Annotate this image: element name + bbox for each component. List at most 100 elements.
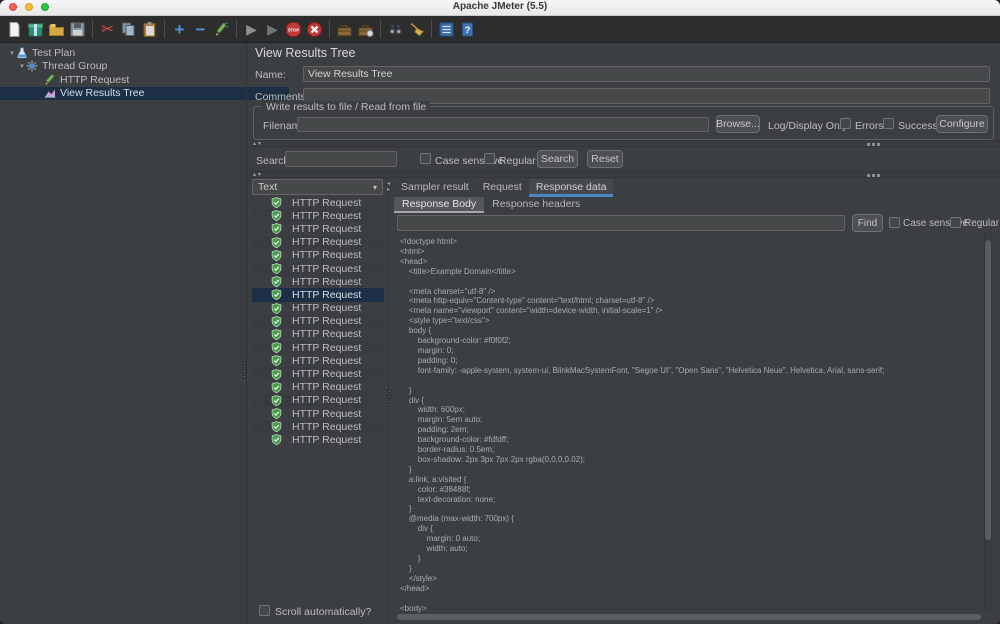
templates-icon[interactable]	[27, 21, 44, 38]
result-item[interactable]: HTTP Request	[252, 407, 384, 420]
subtab-response-headers[interactable]: Response headers	[484, 197, 588, 213]
subtab-response-body[interactable]: Response Body	[394, 197, 484, 213]
clear-icon[interactable]	[336, 21, 353, 38]
result-item[interactable]: HTTP Request	[252, 328, 384, 341]
splitter-collapse-icons[interactable]: ▴▾	[253, 171, 263, 178]
splitter-collapse-left-icon[interactable]: ◂▸	[385, 181, 392, 193]
result-item[interactable]: HTTP Request	[252, 381, 384, 394]
http-request-icon	[44, 74, 56, 86]
results-splitter[interactable]: ▴▾	[250, 171, 1000, 178]
start-icon[interactable]: ▶	[243, 21, 260, 38]
success-shield-icon	[271, 197, 287, 208]
renderer-dropdown-value: Text	[258, 181, 277, 193]
result-item[interactable]: HTTP Request	[252, 420, 384, 433]
find-case-sensitive-checkbox[interactable]	[889, 217, 900, 228]
scroll-automatically-label[interactable]: Scroll automatically?	[275, 606, 371, 618]
open-icon[interactable]	[48, 21, 65, 38]
search-icon[interactable]	[387, 21, 404, 38]
reset-search-icon[interactable]	[408, 21, 425, 38]
results-list: HTTP RequestHTTP RequestHTTP RequestHTTP…	[252, 196, 384, 447]
result-item[interactable]: HTTP Request	[252, 354, 384, 367]
result-item-label: HTTP Request	[292, 236, 361, 248]
svg-text:STOP: STOP	[288, 27, 300, 32]
search-input[interactable]	[285, 151, 397, 167]
test-plan-tree: ▾ Test Plan ▾ Thread Group HTTP Request …	[0, 43, 245, 624]
paste-icon[interactable]	[141, 21, 158, 38]
start-no-timers-icon[interactable]: ▶	[264, 21, 281, 38]
result-item-label: HTTP Request	[292, 210, 361, 222]
write-results-legend: Write results to file / Read from file	[262, 101, 430, 113]
search-splitter[interactable]: ▴▾	[250, 140, 1000, 147]
find-button[interactable]: Find	[852, 214, 883, 232]
result-item[interactable]: HTTP Request	[252, 288, 384, 301]
result-item-label: HTTP Request	[292, 289, 361, 301]
browse-button[interactable]: Browse...	[716, 115, 760, 133]
filename-input[interactable]	[297, 117, 709, 132]
result-item[interactable]: HTTP Request	[252, 315, 384, 328]
result-item[interactable]: HTTP Request	[252, 262, 384, 275]
result-item[interactable]: HTTP Request	[252, 236, 384, 249]
reset-button[interactable]: Reset	[587, 150, 623, 168]
expand-arrow-icon[interactable]: ▾	[18, 62, 26, 70]
subtract-icon[interactable]: −	[192, 21, 209, 38]
errors-checkbox[interactable]	[840, 118, 851, 129]
result-item[interactable]: HTTP Request	[252, 222, 384, 235]
tree-item-thread-group[interactable]: ▾ Thread Group	[0, 60, 263, 73]
stop-icon[interactable]: STOP	[285, 21, 302, 38]
result-item[interactable]: HTTP Request	[252, 341, 384, 354]
success-shield-icon	[271, 303, 287, 314]
clear-all-icon[interactable]	[357, 21, 374, 38]
response-vertical-scrollbar-thumb[interactable]	[985, 240, 991, 540]
splitter-grip-icon[interactable]	[867, 143, 880, 146]
success-shield-icon	[271, 237, 287, 248]
errors-checkbox-label[interactable]: Errors	[855, 120, 884, 132]
save-icon[interactable]	[69, 21, 86, 38]
result-item-label: HTTP Request	[292, 394, 361, 406]
find-input[interactable]	[397, 215, 845, 231]
expand-arrow-icon[interactable]: ▾	[8, 49, 16, 57]
search-button[interactable]: Search	[537, 150, 578, 168]
successes-checkbox[interactable]	[883, 118, 894, 129]
result-item[interactable]: HTTP Request	[252, 209, 384, 222]
tab-sampler-result[interactable]: Sampler result	[394, 179, 476, 197]
window-title: Apache JMeter (5.5)	[0, 1, 1000, 12]
edit-icon[interactable]	[213, 21, 230, 38]
cut-icon[interactable]: ✂	[99, 21, 116, 38]
tree-main-divider[interactable]	[246, 43, 247, 624]
find-regular-exp-label[interactable]: Regular exp.	[964, 218, 1000, 229]
add-icon[interactable]: +	[171, 21, 188, 38]
response-horizontal-scrollbar-thumb[interactable]	[397, 614, 981, 620]
svg-text:?: ?	[465, 25, 471, 36]
scroll-automatically-checkbox[interactable]	[259, 605, 270, 616]
result-item[interactable]: HTTP Request	[252, 394, 384, 407]
result-item[interactable]: HTTP Request	[252, 302, 384, 315]
search-case-sensitive-checkbox[interactable]	[420, 153, 431, 164]
new-file-icon[interactable]	[6, 21, 23, 38]
tree-item-label: Test Plan	[32, 47, 75, 59]
copy-icon[interactable]	[120, 21, 137, 38]
list-detail-splitter-handle[interactable]	[387, 390, 391, 403]
configure-button[interactable]: Configure	[936, 115, 988, 133]
name-input[interactable]	[303, 66, 990, 82]
result-item[interactable]: HTTP Request	[252, 367, 384, 380]
success-shield-icon	[271, 355, 287, 366]
result-item[interactable]: HTTP Request	[252, 275, 384, 288]
success-shield-icon	[271, 263, 287, 274]
tree-item-test-plan[interactable]: ▾ Test Plan	[0, 46, 253, 59]
splitter-grip-icon[interactable]	[867, 174, 880, 177]
result-item[interactable]: HTTP Request	[252, 196, 384, 209]
search-regular-exp-checkbox[interactable]	[484, 153, 495, 164]
toolbar-separator	[431, 20, 432, 38]
shutdown-icon[interactable]	[306, 21, 323, 38]
find-regular-exp-checkbox[interactable]	[950, 217, 961, 228]
help-icon[interactable]: ?	[459, 21, 476, 38]
tab-response-data[interactable]: Response data	[529, 179, 614, 197]
tab-request[interactable]: Request	[476, 179, 529, 197]
function-helper-icon[interactable]	[438, 21, 455, 38]
result-item[interactable]: HTTP Request	[252, 433, 384, 446]
renderer-dropdown[interactable]: Text ▾	[252, 179, 383, 195]
page-title: View Results Tree	[255, 46, 356, 60]
response-body-text: <!doctype html> <html> <head> <title>Exa…	[400, 237, 884, 613]
splitter-collapse-icons[interactable]: ▴▾	[253, 140, 263, 147]
result-item[interactable]: HTTP Request	[252, 249, 384, 262]
